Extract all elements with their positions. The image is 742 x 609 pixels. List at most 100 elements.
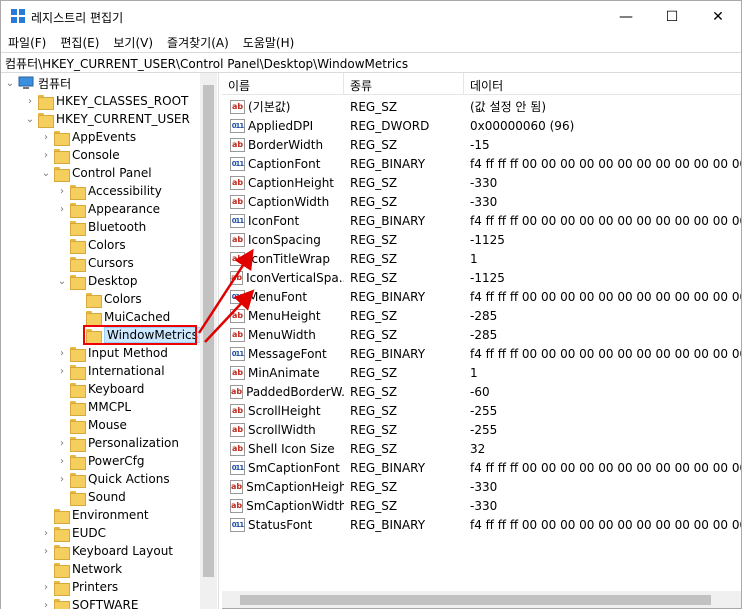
binary-value-icon: 011 xyxy=(230,460,245,475)
tree-item[interactable]: › HKEY_CLASSES_ROOT xyxy=(25,92,188,110)
value-row[interactable]: 011 IconFont REG_BINARY f4 ff ff ff 00 00 0… xyxy=(222,211,741,230)
tree-item[interactable]: › International xyxy=(57,362,165,380)
tree-item[interactable]: › PowerCfg xyxy=(57,452,145,470)
list-horizontal-scrollbar[interactable] xyxy=(222,591,741,608)
tree-item[interactable]: › Console xyxy=(41,146,120,164)
menu-favorites[interactable]: 즐겨찾기(A) xyxy=(160,32,236,52)
tree-item[interactable]: Mouse xyxy=(57,416,127,434)
chevron-right-icon[interactable]: › xyxy=(41,546,51,557)
value-data: f4 ff ff ff 00 00 00 00 00 00 00 00 00 0… xyxy=(470,517,741,532)
column-header-data[interactable]: 데이터 xyxy=(464,73,741,95)
chevron-right-icon[interactable]: › xyxy=(25,96,35,107)
chevron-right-icon[interactable]: › xyxy=(57,456,67,467)
tree-item-label: Input Method xyxy=(88,346,168,360)
minimize-button[interactable]: — xyxy=(603,1,649,32)
chevron-right-icon[interactable]: › xyxy=(41,582,51,593)
folder-icon xyxy=(38,94,54,110)
tree-item[interactable]: Network xyxy=(41,560,122,578)
chevron-right-icon[interactable]: › xyxy=(57,348,67,359)
value-row[interactable]: ab CaptionWidth REG_SZ -330 xyxy=(222,192,741,211)
column-header-type[interactable]: 종류 xyxy=(344,73,464,95)
tree-item[interactable]: › Quick Actions xyxy=(57,470,170,488)
chevron-right-icon[interactable]: › xyxy=(57,366,67,377)
tree-item[interactable]: ⌄ HKEY_CURRENT_USER xyxy=(25,110,190,128)
tree-item[interactable]: ⌄ Desktop xyxy=(57,272,138,290)
tree-item[interactable]: Sound xyxy=(57,488,126,506)
tree-item[interactable]: Colors xyxy=(57,236,126,254)
value-row[interactable]: ab IconVerticalSpa... REG_SZ -1125 xyxy=(222,268,741,287)
value-row[interactable]: 011 StatusFont REG_BINARY f4 ff ff ff 00 00… xyxy=(222,515,741,534)
chevron-right-icon[interactable]: › xyxy=(57,438,67,449)
close-button[interactable]: ✕ xyxy=(695,1,741,32)
tree-item[interactable]: Colors xyxy=(73,290,142,308)
value-data: f4 ff ff ff 00 00 00 00 00 00 00 00 00 0… xyxy=(470,289,741,304)
chevron-right-icon[interactable]: › xyxy=(41,600,51,609)
menu-file[interactable]: 파일(F) xyxy=(1,32,53,52)
value-name: SmCaptionFont xyxy=(248,460,340,475)
tree-item[interactable]: › AppEvents xyxy=(41,128,136,146)
value-row[interactable]: 011 AppliedDPI REG_DWORD 0x00000060 (96) xyxy=(222,116,741,135)
tree-item[interactable]: › Accessibility xyxy=(57,182,162,200)
maximize-button[interactable]: ☐ xyxy=(649,1,695,32)
tree-item[interactable]: › EUDC xyxy=(41,524,106,542)
value-row[interactable]: ab BorderWidth REG_SZ -15 xyxy=(222,135,741,154)
binary-value-icon: 011 xyxy=(230,156,245,171)
tree-scroll-thumb[interactable] xyxy=(203,85,214,577)
string-value-icon: ab xyxy=(230,270,244,285)
value-row[interactable]: ab SmCaptionWidth REG_SZ -330 xyxy=(222,496,741,515)
value-row[interactable]: ab MinAnimate REG_SZ 1 xyxy=(222,363,741,382)
folder-icon xyxy=(70,382,86,398)
column-header-name[interactable]: 이름 xyxy=(222,73,344,95)
chevron-right-icon[interactable]: › xyxy=(41,132,51,143)
tree-item[interactable]: › Keyboard Layout xyxy=(41,542,173,560)
menu-edit[interactable]: 편집(E) xyxy=(53,32,106,52)
chevron-right-icon[interactable]: › xyxy=(57,474,67,485)
value-row[interactable]: ab MenuHeight REG_SZ -285 xyxy=(222,306,741,325)
tree-item[interactable]: Keyboard xyxy=(57,380,144,398)
tree-item[interactable]: Cursors xyxy=(57,254,134,272)
tree-item[interactable]: Bluetooth xyxy=(57,218,146,236)
value-row[interactable]: ab IconSpacing REG_SZ -1125 xyxy=(222,230,741,249)
value-name: IconTitleWrap xyxy=(248,251,331,266)
value-data: 0x00000060 (96) xyxy=(470,118,575,133)
chevron-down-icon[interactable]: ⌄ xyxy=(25,114,35,125)
tree-item[interactable]: › Personalization xyxy=(57,434,179,452)
chevron-down-icon[interactable]: ⌄ xyxy=(5,78,15,89)
chevron-right-icon[interactable]: › xyxy=(41,528,51,539)
value-row[interactable]: ab MenuWidth REG_SZ -285 xyxy=(222,325,741,344)
value-row[interactable]: ab PaddedBorderW... REG_SZ -60 xyxy=(222,382,741,401)
value-name-cell: ab CaptionHeight xyxy=(222,175,344,190)
value-row[interactable]: ab CaptionHeight REG_SZ -330 xyxy=(222,173,741,192)
value-row[interactable]: 011 SmCaptionFont REG_BINARY f4 ff ff ff 00… xyxy=(222,458,741,477)
chevron-down-icon[interactable]: ⌄ xyxy=(41,168,51,179)
menu-help[interactable]: 도움말(H) xyxy=(236,32,302,52)
tree-vertical-scrollbar[interactable] xyxy=(200,73,217,609)
value-row[interactable]: ab ScrollWidth REG_SZ -255 xyxy=(222,420,741,439)
tree-item[interactable]: › Printers xyxy=(41,578,118,596)
value-row[interactable]: ab Shell Icon Size REG_SZ 32 xyxy=(222,439,741,458)
tree-item[interactable]: ⌄ 컴퓨터 xyxy=(5,74,71,92)
tree-item[interactable]: › Input Method xyxy=(57,344,168,362)
menu-view[interactable]: 보기(V) xyxy=(106,32,160,52)
chevron-right-icon[interactable]: › xyxy=(57,204,67,215)
chevron-down-icon[interactable]: ⌄ xyxy=(57,276,67,287)
value-row[interactable]: ab (기본값) REG_SZ (값 설정 안 됨) xyxy=(222,97,741,116)
value-row[interactable]: ab IconTitleWrap REG_SZ 1 xyxy=(222,249,741,268)
tree-item[interactable]: ⌄ Control Panel xyxy=(41,164,152,182)
value-row[interactable]: 011 MenuFont REG_BINARY f4 ff ff ff 00 00 0… xyxy=(222,287,741,306)
tree-item[interactable]: MMCPL xyxy=(57,398,131,416)
value-data: f4 ff ff ff 00 00 00 00 00 00 00 00 00 0… xyxy=(470,156,741,171)
list-scroll-thumb[interactable] xyxy=(240,595,711,605)
address-bar[interactable]: 컴퓨터\HKEY_CURRENT_USER\Control Panel\Desk… xyxy=(1,52,741,73)
chevron-right-icon[interactable]: › xyxy=(41,150,51,161)
value-row[interactable]: 011 CaptionFont REG_BINARY f4 ff ff ff 00 0… xyxy=(222,154,741,173)
value-row[interactable]: ab ScrollHeight REG_SZ -255 xyxy=(222,401,741,420)
tree-item[interactable]: MuiCached xyxy=(73,308,170,326)
folder-icon xyxy=(70,274,86,290)
value-row[interactable]: ab SmCaptionHeight REG_SZ -330 xyxy=(222,477,741,496)
chevron-right-icon[interactable]: › xyxy=(57,186,67,197)
tree-item[interactable]: › SOFTWARE xyxy=(41,596,138,609)
tree-item[interactable]: › Appearance xyxy=(57,200,160,218)
tree-item[interactable]: Environment xyxy=(41,506,149,524)
value-row[interactable]: 011 MessageFont REG_BINARY f4 ff ff ff 00 0… xyxy=(222,344,741,363)
